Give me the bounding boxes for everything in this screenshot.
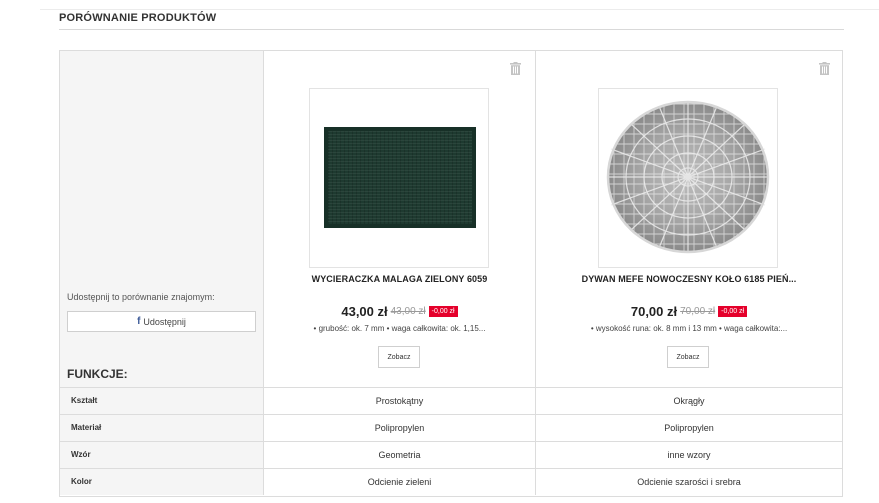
feature-value: Geometria <box>264 442 536 468</box>
product-image[interactable] <box>309 88 489 268</box>
price-row: 70,00 zł 70,00 zł -0,00 zł <box>536 304 842 319</box>
features-heading: FUNKCJE: <box>67 367 128 381</box>
price: 43,00 zł <box>341 304 388 319</box>
feature-row: Kształt Prostokątny Okrągły <box>60 387 842 414</box>
round-rug-image <box>606 100 770 254</box>
feature-row: Wzór Geometria inne wzory <box>60 441 842 468</box>
product-column-2: DYWAN MEFE NOWOCZESNY KOŁO 6185 PIEŃ... … <box>536 51 842 387</box>
comparison-sidebar: Udostępnij to porównanie znajomym: f Udo… <box>60 51 264 387</box>
feature-value: Odcienie zieleni <box>264 469 536 495</box>
share-button-label: Udostępnij <box>143 316 186 327</box>
comparison-table: Udostępnij to porównanie znajomym: f Udo… <box>59 50 843 497</box>
share-facebook-button[interactable]: f Udostępnij <box>67 311 256 332</box>
feature-row: Materiał Polipropylen Polipropylen <box>60 414 842 441</box>
feature-value: Odcienie szarości i srebra <box>637 477 741 487</box>
product-attributes: • grubość: ok. 7 mm • waga całkowita: ok… <box>313 324 486 333</box>
feature-value: Prostokątny <box>264 388 536 414</box>
discount-badge: -0,00 zł <box>718 306 748 317</box>
product-attributes: • wysokość runa: ok. 8 mm i 13 mm • waga… <box>590 324 788 333</box>
feature-value: Okrągły <box>673 396 705 406</box>
doormat-image <box>324 127 476 228</box>
old-price: 70,00 zł <box>680 306 716 317</box>
price-row: 43,00 zł 43,00 zł -0,00 zł <box>264 304 535 319</box>
old-price: 43,00 zł <box>390 306 426 317</box>
price: 70,00 zł <box>630 304 678 319</box>
product-name[interactable]: WYCIERACZKA MALAGA ZIELONY 6059 <box>264 274 535 284</box>
facebook-icon: f <box>137 316 141 327</box>
feature-label: Wzór <box>60 442 264 468</box>
feature-value: inne wzory <box>667 450 711 460</box>
see-product-button[interactable]: Zobacz <box>667 346 709 368</box>
see-product-button[interactable]: Zobacz <box>378 346 420 368</box>
page-title: PORÓWNANIE PRODUKTÓW <box>59 12 217 24</box>
feature-label: Kolor <box>60 469 264 495</box>
trash-icon[interactable] <box>819 62 830 75</box>
feature-row: Kolor Odcienie zieleni Odcienie szarości… <box>60 468 842 495</box>
top-divider <box>40 9 879 10</box>
feature-value: Polipropylen <box>264 415 536 441</box>
feature-value: Polipropylen <box>664 423 714 433</box>
product-column-1: WYCIERACZKA MALAGA ZIELONY 6059 43,00 zł… <box>264 51 536 387</box>
feature-label: Kształt <box>60 388 264 414</box>
discount-badge: -0,00 zł <box>428 306 458 317</box>
title-divider <box>59 29 844 30</box>
share-text: Udostępnij to porównanie znajomym: <box>67 292 215 302</box>
feature-label: Materiał <box>60 415 264 441</box>
product-name[interactable]: DYWAN MEFE NOWOCZESNY KOŁO 6185 PIEŃ... <box>536 274 842 284</box>
product-image[interactable] <box>598 88 778 268</box>
trash-icon[interactable] <box>510 62 521 75</box>
